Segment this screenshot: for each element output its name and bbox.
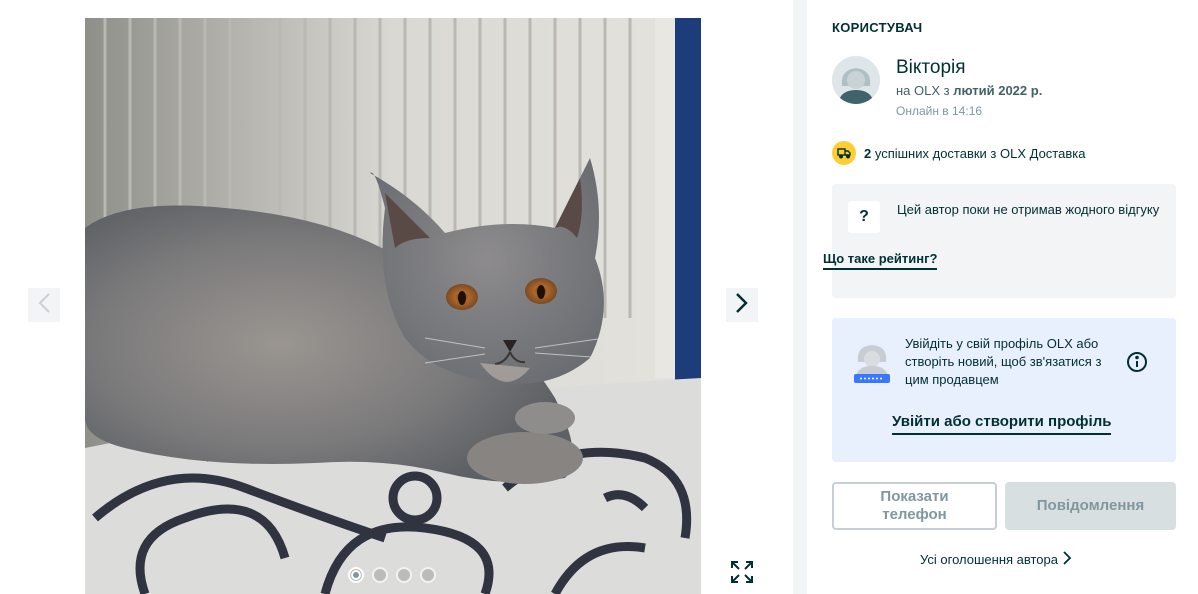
truck-icon <box>832 141 856 165</box>
gallery-pagination <box>348 567 436 583</box>
gallery-dot[interactable] <box>396 567 412 583</box>
member-since-prefix: на OLX з <box>896 83 954 98</box>
fullscreen-button[interactable] <box>726 558 758 590</box>
chevron-right-icon <box>1062 551 1072 568</box>
no-reviews-text: Цей автор поки не отримав жодного відгук… <box>897 202 1160 217</box>
section-title: КОРИСТУВАЧ <box>832 20 923 35</box>
rating-card: ? Цей автор поки не отримав жодного відг… <box>832 184 1176 298</box>
login-or-register-link[interactable]: Увійти або створити профіль <box>892 413 1112 435</box>
chevron-right-icon <box>735 292 749 319</box>
message-button[interactable]: Повідомлення <box>1005 482 1176 530</box>
delivery-stats: 2 успішних доставки з OLX Доставка <box>832 141 1085 165</box>
gallery-dot[interactable] <box>372 567 388 583</box>
gallery-dot[interactable] <box>420 567 436 583</box>
gallery-prev-button[interactable] <box>28 288 60 322</box>
gallery-dot[interactable] <box>348 567 364 583</box>
show-phone-button[interactable]: Показати телефон <box>832 482 997 530</box>
avatar[interactable] <box>832 56 880 104</box>
last-online: Онлайн в 14:16 <box>896 104 983 118</box>
all-author-ads-link[interactable]: Усі оголошення автора <box>920 551 1072 568</box>
delivery-label: успішних доставки з OLX Доставка <box>871 145 1086 161</box>
user-avatar-icon <box>832 56 880 104</box>
expand-icon <box>730 560 754 589</box>
gallery-next-button[interactable] <box>726 288 758 322</box>
photo-gallery <box>0 0 793 594</box>
question-icon: ? <box>848 201 880 233</box>
all-author-ads-label: Усі оголошення автора <box>920 552 1058 567</box>
listing-photo[interactable] <box>85 18 701 594</box>
info-icon[interactable] <box>1126 351 1148 378</box>
member-since: на OLX з лютий 2022 р. <box>896 83 1042 98</box>
user-name: Вікторія <box>896 57 966 78</box>
login-prompt-card: Увійдіть у свій профіль OLX або створіть… <box>832 318 1176 462</box>
show-phone-label: Показати телефон <box>880 488 949 523</box>
column-divider <box>793 0 807 594</box>
what-is-rating-link[interactable]: Що таке рейтинг? <box>823 251 938 270</box>
member-since-date: лютий 2022 р. <box>953 83 1043 98</box>
cat-photo-image <box>85 18 701 594</box>
login-prompt-text: Увійдіть у свій профіль OLX або створіть… <box>905 336 1102 387</box>
delivery-text: 2 успішних доставки з OLX Доставка <box>864 146 1085 161</box>
seller-panel: КОРИСТУВАЧ Вікторія на OLX з лютий 2022 … <box>807 0 1198 594</box>
chevron-left-icon <box>37 292 51 319</box>
user-login-icon <box>852 342 892 391</box>
